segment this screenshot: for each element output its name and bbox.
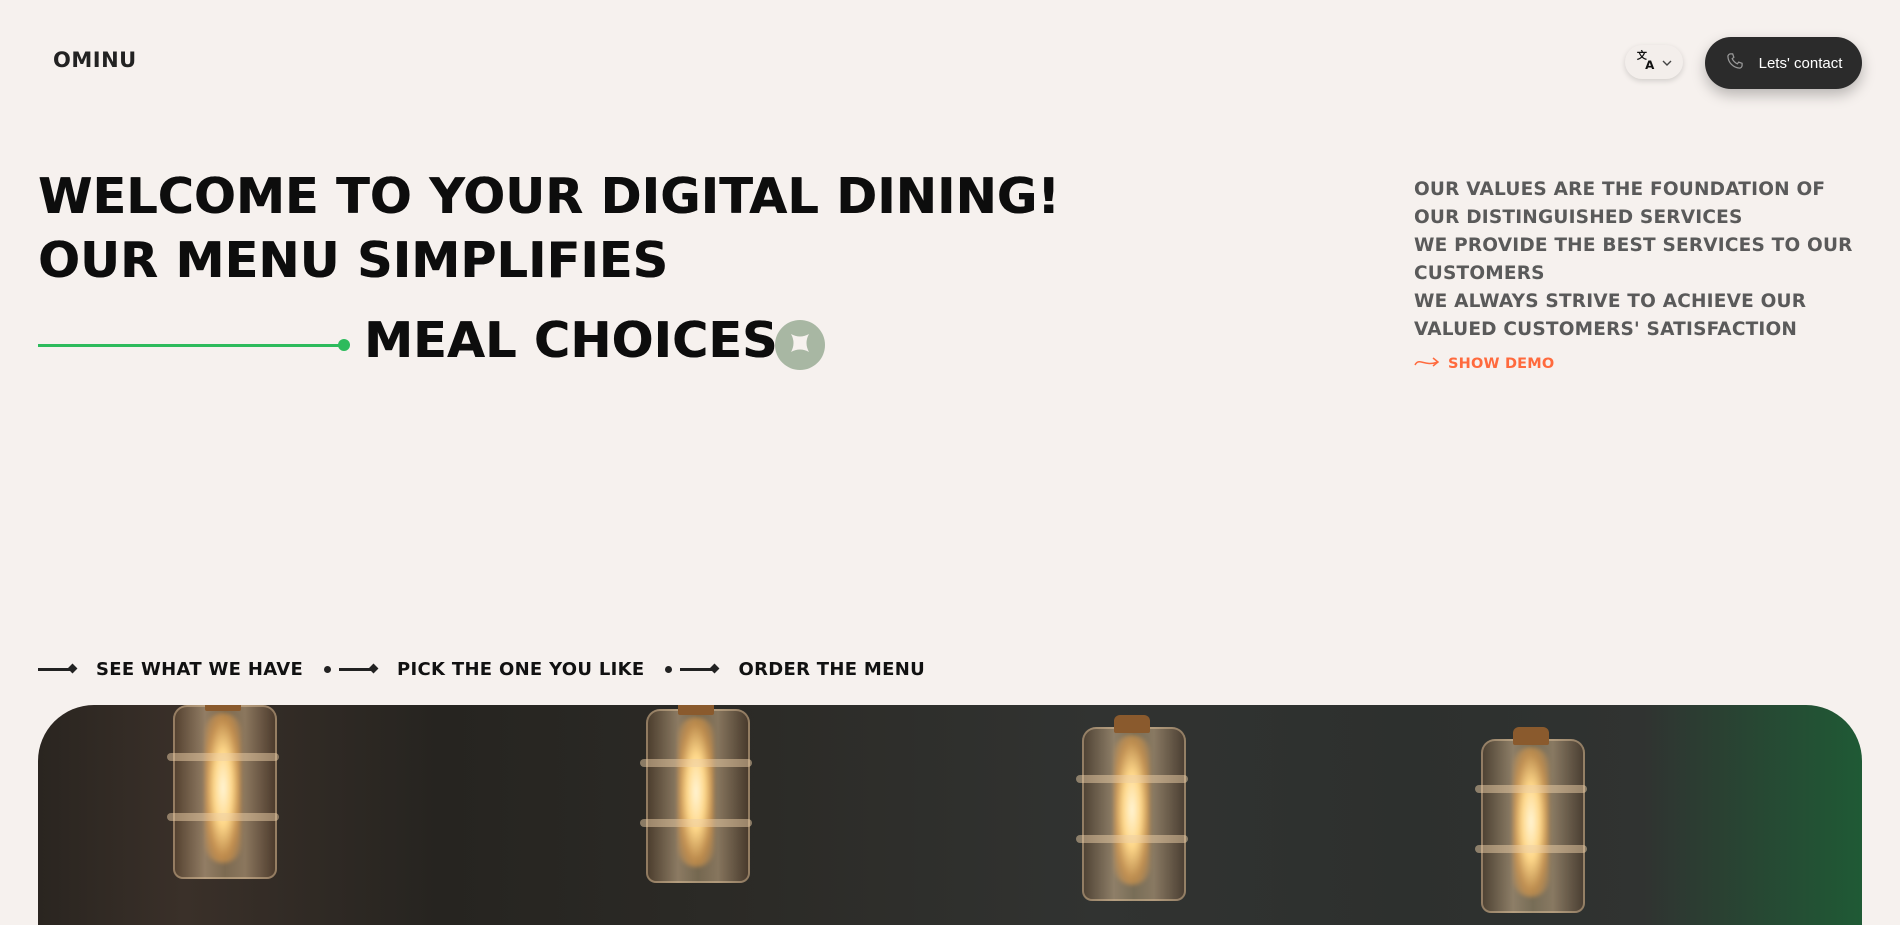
step-separator-dot xyxy=(665,665,673,673)
show-demo-label: SHOW DEMO xyxy=(1448,355,1555,372)
values-block: OUR VALUES ARE THE FOUNDATION OF OUR DIS… xyxy=(1414,176,1874,344)
contact-button[interactable]: Lets' contact xyxy=(1705,37,1862,89)
step-3-label: ORDER THE MENU xyxy=(738,658,926,680)
accent-dot xyxy=(338,339,350,351)
chevron-down-icon xyxy=(1662,53,1672,72)
hero-title-line-1: WELCOME TO YOUR DIGITAL DINING! xyxy=(38,168,1060,225)
hero-title-line-3: MEAL CHOICES xyxy=(364,312,778,369)
arrow-right-icon xyxy=(339,663,379,675)
arrow-right-icon xyxy=(38,663,78,675)
pendant-light xyxy=(163,705,283,925)
language-selector[interactable]: 文 A xyxy=(1625,45,1683,79)
steps-row: SEE WHAT WE HAVE PICK THE ONE YOU LIKE O… xyxy=(38,656,925,682)
pendant-light xyxy=(1072,715,1192,925)
logo[interactable]: OMINU xyxy=(53,48,137,72)
show-demo-link[interactable]: SHOW DEMO xyxy=(1414,354,1554,373)
pendant-light xyxy=(636,705,756,925)
values-line-3: WE ALWAYS STRIVE TO ACHIEVE OUR VALUED C… xyxy=(1414,291,1807,340)
hero-title-line-2: OUR MENU SIMPLIFIES xyxy=(38,232,669,289)
hero-image xyxy=(38,705,1862,925)
pendant-light xyxy=(1471,727,1591,925)
svg-text:A: A xyxy=(1645,58,1655,71)
step-2-label: PICK THE ONE YOU LIKE xyxy=(397,658,645,680)
translate-icon: 文 A xyxy=(1636,49,1658,75)
sparkle-icon xyxy=(787,330,813,360)
phone-icon xyxy=(1725,51,1745,75)
arrow-right-icon xyxy=(1414,354,1440,373)
arrow-right-icon xyxy=(680,663,720,675)
step-separator-dot xyxy=(324,665,332,673)
values-line-2: WE PROVIDE THE BEST SERVICES TO OUR CUST… xyxy=(1414,235,1853,284)
values-line-1: OUR VALUES ARE THE FOUNDATION OF OUR DIS… xyxy=(1414,179,1826,228)
contact-label: Lets' contact xyxy=(1758,54,1843,72)
step-1-label: SEE WHAT WE HAVE xyxy=(96,658,304,680)
accent-line xyxy=(38,344,344,347)
sparkle-badge xyxy=(775,320,825,370)
hero-title-line-3-row: MEAL CHOICES xyxy=(38,312,938,382)
